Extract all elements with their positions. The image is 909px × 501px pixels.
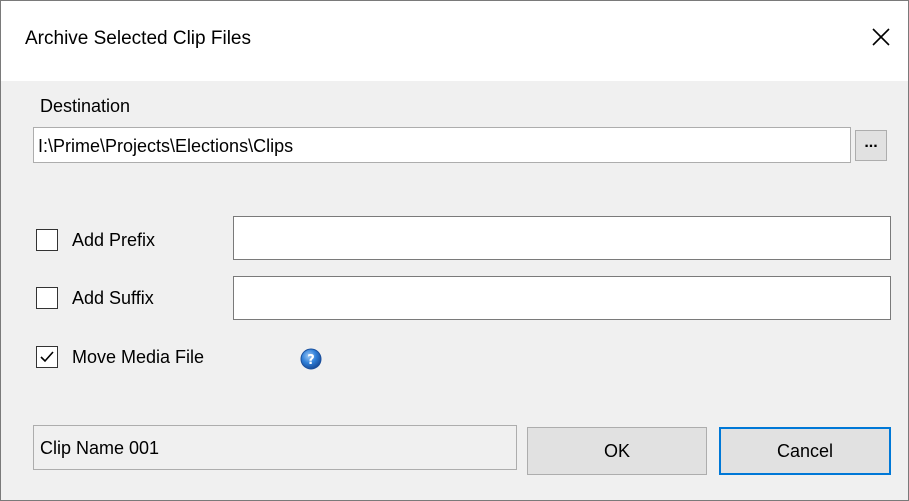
destination-field[interactable]: I:\Prime\Projects\Elections\Clips	[33, 127, 851, 163]
close-button[interactable]	[857, 17, 905, 57]
ok-button[interactable]: OK	[527, 427, 707, 475]
clip-name-value: Clip Name 001	[40, 438, 160, 458]
help-icon[interactable]: ?	[300, 348, 322, 370]
move-media-label: Move Media File	[72, 347, 205, 367]
suffix-input[interactable]	[233, 276, 891, 320]
browse-button[interactable]: ...	[855, 130, 887, 161]
svg-text:?: ?	[307, 353, 315, 368]
prefix-label: Add Prefix	[72, 230, 156, 250]
move-media-checkbox[interactable]	[36, 346, 58, 368]
title-bar: Archive Selected Clip Files	[1, 1, 908, 81]
cancel-button[interactable]: Cancel	[719, 427, 891, 475]
suffix-checkbox[interactable]	[36, 287, 58, 309]
destination-value: I:\Prime\Projects\Elections\Clips	[38, 136, 294, 156]
clip-name-field: Clip Name 001	[33, 425, 517, 470]
prefix-input[interactable]	[233, 216, 891, 260]
prefix-text[interactable]	[234, 217, 890, 259]
archive-dialog: Archive Selected Clip Files Destination …	[0, 0, 909, 501]
destination-label: Destination	[40, 96, 131, 116]
prefix-checkbox[interactable]	[36, 229, 58, 251]
dialog-title: Archive Selected Clip Files	[25, 28, 251, 49]
checkmark-icon	[40, 351, 54, 363]
suffix-label: Add Suffix	[72, 288, 154, 308]
close-icon	[872, 28, 890, 46]
suffix-text[interactable]	[234, 277, 890, 319]
